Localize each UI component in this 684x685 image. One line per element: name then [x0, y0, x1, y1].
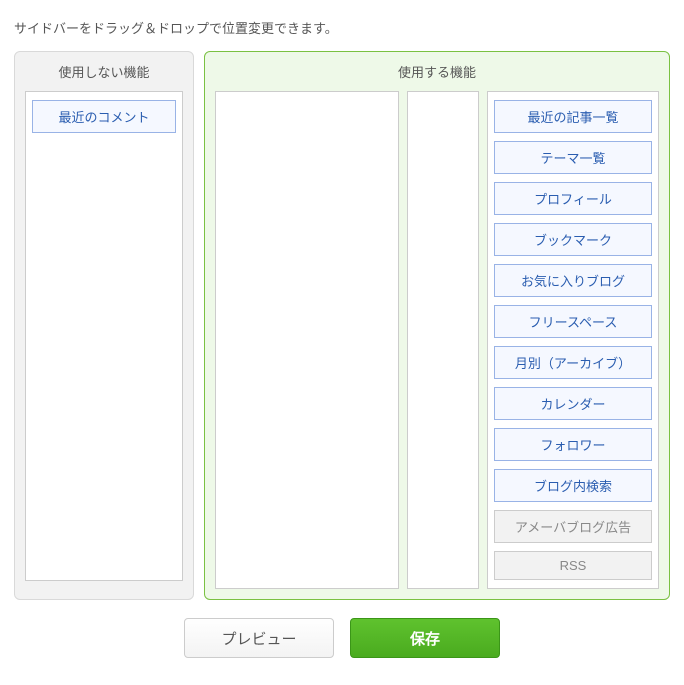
widget-item[interactable]: ブックマーク — [494, 223, 652, 256]
widget-item[interactable]: 最近の記事一覧 — [494, 100, 652, 133]
widget-item[interactable]: ブログ内検索 — [494, 469, 652, 502]
widget-item[interactable]: フォロワー — [494, 428, 652, 461]
used-panel-title: 使用する機能 — [205, 52, 669, 91]
used-column-right[interactable]: 最近の記事一覧テーマ一覧プロフィールブックマークお気に入りブログフリースペース月… — [487, 91, 659, 589]
used-column-left[interactable] — [215, 91, 399, 589]
panels-container: 使用しない機能 最近のコメント 使用する機能 最近の記事一覧テーマ一覧プロフィー… — [14, 51, 670, 600]
actions-row: プレビュー 保存 — [14, 618, 670, 658]
unused-panel-title: 使用しない機能 — [15, 52, 193, 91]
save-button[interactable]: 保存 — [350, 618, 500, 658]
widget-item[interactable]: お気に入りブログ — [494, 264, 652, 297]
widget-item[interactable]: テーマ一覧 — [494, 141, 652, 174]
widget-item[interactable]: プロフィール — [494, 182, 652, 215]
unused-panel: 使用しない機能 最近のコメント — [14, 51, 194, 600]
widget-item: アメーバブログ広告 — [494, 510, 652, 543]
widget-item[interactable]: 最近のコメント — [32, 100, 176, 133]
widget-item: RSS — [494, 551, 652, 580]
instruction-text: サイドバーをドラッグ＆ドロップで位置変更できます。 — [14, 18, 670, 37]
used-panel: 使用する機能 最近の記事一覧テーマ一覧プロフィールブックマークお気に入りブログフ… — [204, 51, 670, 600]
widget-item[interactable]: カレンダー — [494, 387, 652, 420]
preview-button[interactable]: プレビュー — [184, 618, 334, 658]
unused-column[interactable]: 最近のコメント — [25, 91, 183, 581]
widget-item[interactable]: フリースペース — [494, 305, 652, 338]
widget-item[interactable]: 月別（アーカイブ） — [494, 346, 652, 379]
used-column-middle[interactable] — [407, 91, 479, 589]
